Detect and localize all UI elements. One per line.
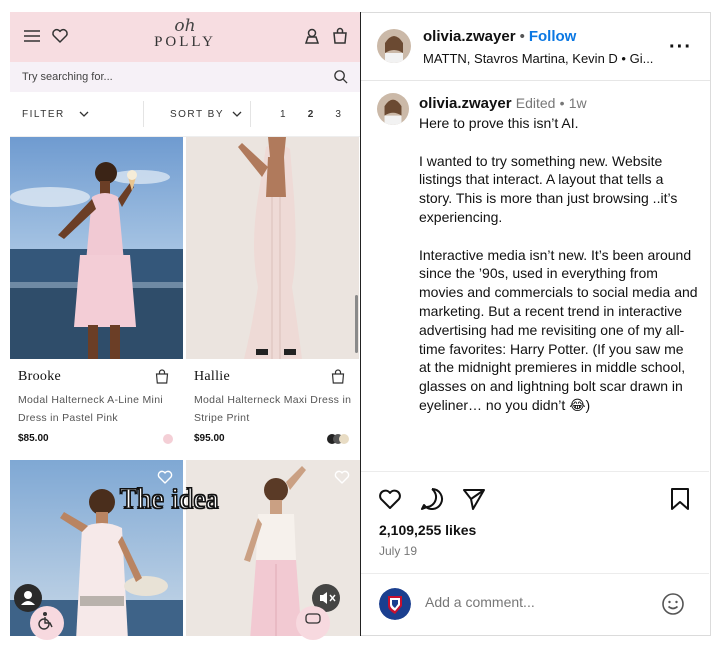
scrollbar[interactable] xyxy=(355,295,358,353)
follow-button[interactable]: Follow xyxy=(529,28,577,45)
wishlist-heart-icon[interactable] xyxy=(157,470,173,484)
account-icon[interactable] xyxy=(302,26,322,46)
filter-label: FILTER xyxy=(22,108,65,120)
sort-label: SORT BY xyxy=(169,108,224,120)
filter-button[interactable]: FILTER xyxy=(10,109,143,120)
product-price: $85.00 xyxy=(18,433,49,444)
sort-button[interactable]: SORT BY xyxy=(143,101,251,127)
pagination: 1 2 3 xyxy=(251,109,360,120)
search-input[interactable] xyxy=(22,71,322,83)
avatar[interactable] xyxy=(377,93,409,125)
wishlist-heart-icon[interactable] xyxy=(334,470,350,484)
page-link-active[interactable]: 2 xyxy=(308,109,314,120)
store-header: oh POLLY xyxy=(10,12,360,62)
likes-count[interactable]: 2,109,255 likes xyxy=(379,522,476,538)
caption-edited: Edited xyxy=(515,95,556,111)
search-bar xyxy=(10,62,360,92)
comment-bar xyxy=(361,573,709,635)
comment-input[interactable] xyxy=(425,594,645,610)
product-card[interactable]: Brooke Modal Halterneck A-Line Mini Dres… xyxy=(10,137,183,457)
product-card[interactable]: Hallie Modal Halterneck Maxi Dress in St… xyxy=(186,137,359,457)
store-panel: oh POLLY FILTER SORT BY 1 2 3 xyxy=(10,12,360,636)
color-swatches xyxy=(327,434,349,444)
avatar[interactable] xyxy=(377,29,411,63)
chevron-down-icon xyxy=(79,111,89,117)
add-to-bag-icon[interactable] xyxy=(155,369,169,384)
color-swatch[interactable] xyxy=(163,434,173,444)
color-swatches xyxy=(163,434,173,444)
wheelchair-icon xyxy=(38,612,53,630)
search-icon[interactable] xyxy=(333,69,348,84)
chevron-down-icon xyxy=(232,111,242,117)
more-horizontal-icon[interactable]: ··· xyxy=(669,37,692,57)
caption-age: 1w xyxy=(568,95,587,111)
accessibility-button[interactable] xyxy=(30,606,64,640)
video-caption-overlay: The idea xyxy=(120,484,220,516)
instagram-post-panel: olivia.zwayer • Follow MATTN, Stavros Mart… xyxy=(361,12,711,636)
post-actions: 2,109,255 likes July 19 xyxy=(361,471,709,571)
color-swatch[interactable] xyxy=(339,434,349,444)
chat-button[interactable] xyxy=(296,606,330,640)
bookmark-icon[interactable] xyxy=(667,486,693,512)
post-collaborators[interactable]: MATTN, Stavros Martina, Kevin D • Gi... xyxy=(423,51,653,66)
product-description[interactable]: Modal Halterneck A-Line Mini Dress in Pa… xyxy=(18,391,178,427)
post-caption: olivia.zwayer Edited • 1w Here to prove … xyxy=(361,93,709,471)
post-username-row: olivia.zwayer • Follow xyxy=(423,28,577,45)
caption-text: Here to prove this isn’t AI. I wanted to… xyxy=(419,115,698,413)
page-link[interactable]: 1 xyxy=(280,109,286,120)
comment-icon[interactable] xyxy=(419,486,445,512)
post-date: July 19 xyxy=(379,544,418,558)
product-image[interactable] xyxy=(10,137,183,359)
filter-bar: FILTER SORT BY 1 2 3 xyxy=(10,92,360,137)
caption-username[interactable]: olivia.zwayer xyxy=(419,95,512,112)
post-username[interactable]: olivia.zwayer xyxy=(423,28,516,45)
add-to-bag-icon[interactable] xyxy=(331,369,345,384)
viewer-avatar[interactable] xyxy=(379,588,411,620)
shopping-bag-icon[interactable] xyxy=(330,26,350,46)
like-heart-icon[interactable] xyxy=(377,486,403,512)
chat-bubble-icon xyxy=(305,613,321,624)
product-description[interactable]: Modal Halterneck Maxi Dress in Stripe Pr… xyxy=(194,391,354,427)
post-header: olivia.zwayer • Follow MATTN, Stavros Mart… xyxy=(361,13,710,81)
caption-header: olivia.zwayer Edited • 1w xyxy=(419,95,587,112)
product-image[interactable] xyxy=(186,137,359,359)
page-link[interactable]: 3 xyxy=(335,109,341,120)
share-send-icon[interactable] xyxy=(461,486,487,512)
emoji-icon[interactable] xyxy=(661,592,685,616)
